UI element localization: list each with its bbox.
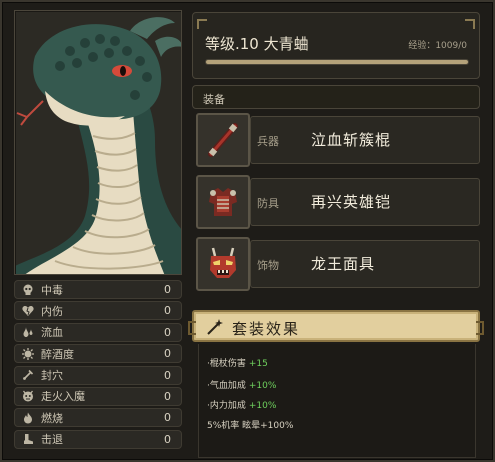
equipment-slot-info: 兵器 泣血斩簇棍 bbox=[250, 116, 480, 164]
item-name: 再兴英雄铠 bbox=[311, 193, 392, 211]
status-row-poison[interactable]: 中毒 0 bbox=[14, 280, 182, 299]
exp-text: 经验：1009/0 bbox=[408, 41, 467, 51]
serpent-portrait-art bbox=[15, 11, 181, 274]
demon-mask-icon[interactable] bbox=[196, 237, 250, 291]
effect-text: ·气血加成 bbox=[207, 381, 246, 391]
slot-type-label: 饰物 bbox=[257, 259, 279, 272]
status-row-burning[interactable]: 燃烧 0 bbox=[14, 408, 182, 428]
effect-bonus: +15 bbox=[248, 359, 268, 369]
status-label: 击退 bbox=[41, 433, 63, 447]
acupoint-icon bbox=[21, 368, 35, 382]
status-value: 0 bbox=[164, 368, 171, 382]
status-value: 0 bbox=[164, 283, 171, 296]
slot-type-label: 防具 bbox=[257, 197, 279, 210]
equipment-slot-accessory[interactable]: 饰物 龙王面具 bbox=[192, 236, 480, 292]
effect-text: ·内力加成 bbox=[207, 401, 246, 411]
effect-line: ·棍杖伤害 +15 bbox=[207, 356, 268, 369]
status-row-internal-injury[interactable]: 内伤 0 bbox=[14, 301, 182, 321]
effect-line: 5%机率 眩晕+100% bbox=[207, 418, 296, 431]
status-row-acupoint-seal[interactable]: 封穴 0 bbox=[14, 365, 182, 385]
status-value: 0 bbox=[164, 347, 171, 361]
wand-icon bbox=[206, 318, 224, 340]
status-label: 流血 bbox=[41, 326, 63, 340]
effect-text: ·棍杖伤害 bbox=[207, 359, 246, 369]
set-effect-header[interactable]: 套装效果 bbox=[188, 310, 484, 342]
effect-bonus: +10% bbox=[248, 381, 277, 391]
status-row-knockback[interactable]: 击退 0 bbox=[14, 429, 182, 449]
effect-line: ·气血加成 +10% bbox=[207, 378, 276, 391]
set-effect-body: ·棍杖伤害 +15 ·气血加成 +10% ·内力加成 +10% 5%机率 眩晕+100… bbox=[198, 344, 476, 458]
level-title: 等级.10 大青蛐 bbox=[205, 35, 309, 53]
dizzy-icon bbox=[21, 347, 35, 361]
slot-type-label: 兵器 bbox=[257, 135, 279, 148]
boot-icon bbox=[21, 432, 35, 446]
equipment-slot-info: 防具 再兴英雄铠 bbox=[250, 178, 480, 226]
status-value: 0 bbox=[164, 411, 171, 425]
status-label: 封穴 bbox=[41, 369, 63, 383]
equipment-slot-weapon[interactable]: 兵器 泣血斩簇棍 bbox=[192, 112, 480, 168]
character-header: 等级.10 大青蛐 经验：1009/0 bbox=[192, 12, 480, 79]
demon-face-icon bbox=[21, 389, 35, 403]
armor-icon[interactable] bbox=[196, 175, 250, 229]
status-row-qi-deviation[interactable]: 走火入魔 0 bbox=[14, 386, 182, 406]
equipment-slot-info: 饰物 龙王面具 bbox=[250, 240, 480, 288]
status-row-bleeding[interactable]: 流血 0 bbox=[14, 322, 182, 342]
flame-icon bbox=[21, 411, 35, 425]
status-value: 0 bbox=[164, 325, 171, 339]
weapon-staff-icon[interactable] bbox=[196, 113, 250, 167]
status-value: 0 bbox=[164, 389, 171, 403]
item-name: 龙王面具 bbox=[311, 255, 376, 273]
skull-icon bbox=[21, 283, 35, 297]
exp-bar bbox=[205, 59, 469, 65]
set-effect-title: 套装效果 bbox=[232, 320, 301, 338]
character-panel: 中毒 0 内伤 0 流血 0 醉酒度 0 封穴 0 走火入魔 0 燃烧 0 击退… bbox=[0, 0, 495, 462]
character-portrait bbox=[14, 10, 182, 275]
effect-bonus: +10% bbox=[248, 401, 277, 411]
status-label: 内伤 bbox=[41, 304, 63, 318]
status-value: 0 bbox=[164, 432, 171, 446]
blood-drop-icon bbox=[21, 325, 35, 339]
equipment-slot-armor[interactable]: 防具 再兴英雄铠 bbox=[192, 174, 480, 230]
status-label: 醉酒度 bbox=[41, 347, 74, 361]
status-label: 走火入魔 bbox=[41, 390, 85, 404]
exp-bar-fill bbox=[206, 60, 468, 64]
item-name: 泣血斩簇棍 bbox=[311, 131, 392, 149]
effect-text: 5%机率 眩晕+100% bbox=[207, 421, 294, 431]
status-value: 0 bbox=[164, 304, 171, 318]
status-effects-list: 中毒 0 内伤 0 流血 0 醉酒度 0 封穴 0 走火入魔 0 燃烧 0 击退… bbox=[14, 280, 182, 451]
status-label: 中毒 bbox=[41, 283, 63, 297]
equipment-section-label: 装备 bbox=[203, 93, 225, 106]
equipment-section-header: 装备 bbox=[192, 85, 480, 109]
status-label: 燃烧 bbox=[41, 411, 63, 425]
effect-line: ·内力加成 +10% bbox=[207, 398, 276, 411]
broken-heart-icon bbox=[21, 304, 35, 318]
status-row-drunkenness[interactable]: 醉酒度 0 bbox=[14, 344, 182, 364]
